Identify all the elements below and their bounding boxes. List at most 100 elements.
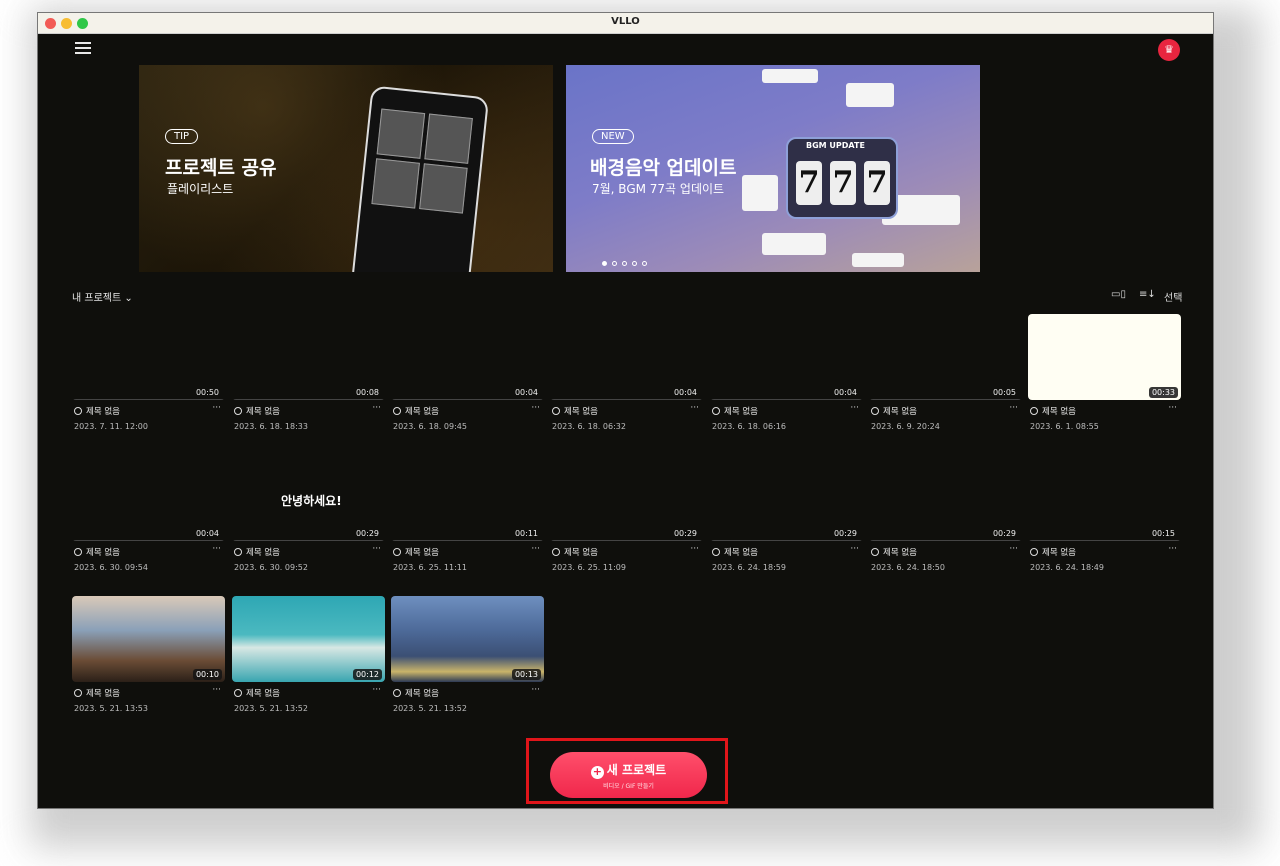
select-radio[interactable] — [552, 548, 560, 556]
more-options-icon[interactable]: ··· — [690, 403, 699, 413]
more-options-icon[interactable]: ··· — [372, 544, 381, 554]
project-thumbnail[interactable]: 00:33 — [1028, 314, 1181, 400]
new-project-sublabel: 비디오 / GIF 만들기 — [603, 783, 654, 790]
select-radio[interactable] — [74, 407, 82, 415]
project-thumbnail[interactable]: 00:29 — [710, 455, 863, 541]
duration-label: 00:29 — [992, 529, 1016, 538]
select-radio[interactable] — [74, 689, 82, 697]
project-date: 2023. 6. 18. 09:45 — [393, 422, 467, 431]
select-radio[interactable] — [712, 407, 720, 415]
select-radio[interactable] — [234, 689, 242, 697]
project-thumbnail[interactable]: 00:29 — [869, 455, 1022, 541]
crown-premium-icon[interactable]: ♛ — [1158, 39, 1180, 61]
banner-new-subtitle: 7월, BGM 77곡 업데이트 — [592, 182, 725, 196]
project-thumbnail[interactable]: 00:29 — [550, 455, 703, 541]
select-radio[interactable] — [393, 548, 401, 556]
project-name: 제목 없음 — [564, 407, 598, 417]
project-date: 2023. 6. 18. 06:32 — [552, 422, 626, 431]
project-name: 제목 없음 — [883, 407, 917, 417]
more-options-icon[interactable]: ··· — [690, 544, 699, 554]
project-thumbnail[interactable]: 00:13 — [391, 596, 544, 682]
more-options-icon[interactable]: ··· — [531, 403, 540, 413]
project-thumbnail[interactable]: 00:08 — [232, 314, 385, 400]
select-button[interactable]: 선택 — [1164, 289, 1182, 304]
duration-label: 00:13 — [511, 669, 541, 680]
project-date: 2023. 6. 9. 20:24 — [871, 422, 940, 431]
my-projects-dropdown[interactable]: 내 프로젝트 ⌄ — [72, 289, 133, 304]
banner-tip-subtitle: 플레이리스트 — [167, 182, 234, 196]
duration-label: 00:10 — [192, 669, 222, 680]
more-options-icon[interactable]: ··· — [1009, 544, 1018, 554]
project-thumbnail[interactable]: 00:05 — [869, 314, 1022, 400]
select-radio[interactable] — [393, 689, 401, 697]
project-date: 2023. 6. 1. 08:55 — [1030, 422, 1099, 431]
select-radio[interactable] — [712, 548, 720, 556]
project-name: 제목 없음 — [724, 548, 758, 558]
app-window: VLLO ♛ TIP 프로젝트 공유 플레이리스트 NEW 배경음악 업데이트 … — [37, 12, 1214, 809]
project-thumbnail[interactable]: 00:12 — [232, 596, 385, 682]
project-date: 2023. 6. 18. 18:33 — [234, 422, 308, 431]
more-options-icon[interactable]: ··· — [1168, 403, 1177, 413]
select-radio[interactable] — [234, 407, 242, 415]
window-title: VLLO — [611, 16, 640, 27]
project-thumbnail[interactable]: 00:04 — [391, 314, 544, 400]
project-thumbnail[interactable]: 00:11 — [391, 455, 544, 541]
duration-label: 00:04 — [833, 388, 857, 397]
duration-label: 00:29 — [833, 529, 857, 538]
project-date: 2023. 6. 24. 18:50 — [871, 563, 945, 572]
duration-label: 00:11 — [514, 529, 538, 538]
banner-new[interactable]: NEW 배경음악 업데이트 7월, BGM 77곡 업데이트 BGM UPDAT… — [566, 65, 980, 272]
carousel-dots[interactable] — [602, 261, 647, 266]
duration-label: 00:50 — [195, 388, 219, 397]
select-radio[interactable] — [871, 407, 879, 415]
select-radio[interactable] — [1030, 407, 1038, 415]
select-radio[interactable] — [871, 548, 879, 556]
more-options-icon[interactable]: ··· — [531, 685, 540, 695]
more-options-icon[interactable]: ··· — [850, 403, 859, 413]
project-date: 2023. 6. 30. 09:54 — [74, 563, 148, 572]
select-radio[interactable] — [552, 407, 560, 415]
sort-icon[interactable]: ≡↓ — [1139, 289, 1156, 300]
new-badge: NEW — [592, 129, 634, 144]
duration-label: 00:05 — [992, 388, 1016, 397]
new-project-button[interactable]: + 새 프로젝트 비디오 / GIF 만들기 — [550, 752, 707, 798]
more-options-icon[interactable]: ··· — [212, 685, 221, 695]
project-name: 제목 없음 — [246, 689, 280, 699]
slot-machine-illustration: BGM UPDATE 7 7 7 — [786, 137, 898, 219]
project-name: 제목 없음 — [1042, 407, 1076, 417]
project-date: 2023. 5. 21. 13:53 — [74, 704, 148, 713]
view-toggle-icon[interactable]: ▭▯ — [1111, 289, 1126, 300]
project-thumbnail-text: 안녕하세요! — [281, 494, 342, 508]
hamburger-menu-icon[interactable] — [75, 42, 91, 56]
project-thumbnail[interactable]: 00:50 — [72, 314, 225, 400]
project-name: 제목 없음 — [405, 689, 439, 699]
project-name: 제목 없음 — [86, 548, 120, 558]
more-options-icon[interactable]: ··· — [531, 544, 540, 554]
project-thumbnail[interactable]: 00:04 — [550, 314, 703, 400]
more-options-icon[interactable]: ··· — [850, 544, 859, 554]
project-date: 2023. 6. 18. 06:16 — [712, 422, 786, 431]
select-radio[interactable] — [393, 407, 401, 415]
project-thumbnail[interactable]: 00:10 — [72, 596, 225, 682]
more-options-icon[interactable]: ··· — [1009, 403, 1018, 413]
banner-tip[interactable]: TIP 프로젝트 공유 플레이리스트 — [139, 65, 553, 272]
project-thumbnail[interactable]: 00:15 — [1028, 455, 1181, 541]
select-radio[interactable] — [1030, 548, 1038, 556]
project-thumbnail[interactable]: 00:04 — [710, 314, 863, 400]
select-radio[interactable] — [234, 548, 242, 556]
more-options-icon[interactable]: ··· — [372, 403, 381, 413]
banner-tip-title: 프로젝트 공유 — [165, 157, 277, 179]
project-name: 제목 없음 — [724, 407, 758, 417]
more-options-icon[interactable]: ··· — [212, 403, 221, 413]
horizontal-scrollbar[interactable] — [264, 808, 490, 809]
duration-label: 00:33 — [1148, 387, 1178, 398]
duration-label: 00:12 — [352, 669, 382, 680]
duration-label: 00:29 — [355, 529, 379, 538]
more-options-icon[interactable]: ··· — [1168, 544, 1177, 554]
more-options-icon[interactable]: ··· — [372, 685, 381, 695]
select-radio[interactable] — [74, 548, 82, 556]
duration-label: 00:15 — [1151, 529, 1175, 538]
more-options-icon[interactable]: ··· — [212, 544, 221, 554]
project-thumbnail[interactable]: 00:04 — [72, 455, 225, 541]
project-date: 2023. 6. 24. 18:59 — [712, 563, 786, 572]
